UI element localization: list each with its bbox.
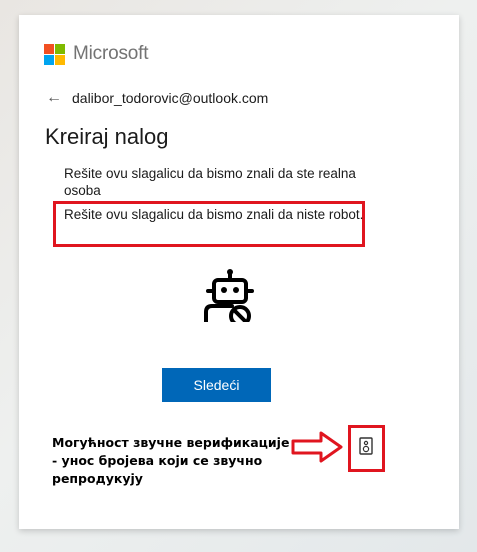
speaker-icon[interactable] (359, 437, 373, 455)
brand-name: Microsoft (73, 43, 149, 64)
microsoft-logo-icon (44, 43, 65, 65)
back-arrow-icon[interactable]: ← (46, 89, 62, 107)
page-title: Kreiraj nalog (45, 124, 169, 149)
audio-verification-annotation: Могућност звучне верификације - унос бро… (52, 435, 290, 486)
puzzle-description-highlighted: Rešite ovu slagalicu da bismo znali da n… (64, 207, 364, 222)
next-button[interactable]: Sledeći (162, 368, 271, 402)
identity-banner: ← dalibor_todorovic@outlook.com (46, 89, 268, 107)
robot-no-icon (204, 269, 254, 322)
right-arrow-icon (291, 431, 343, 463)
identity-email: dalibor_todorovic@outlook.com (72, 90, 269, 106)
microsoft-logo: Microsoft (44, 43, 148, 65)
puzzle-description: Rešite ovu slagalicu da bismo znali da s… (64, 166, 356, 198)
